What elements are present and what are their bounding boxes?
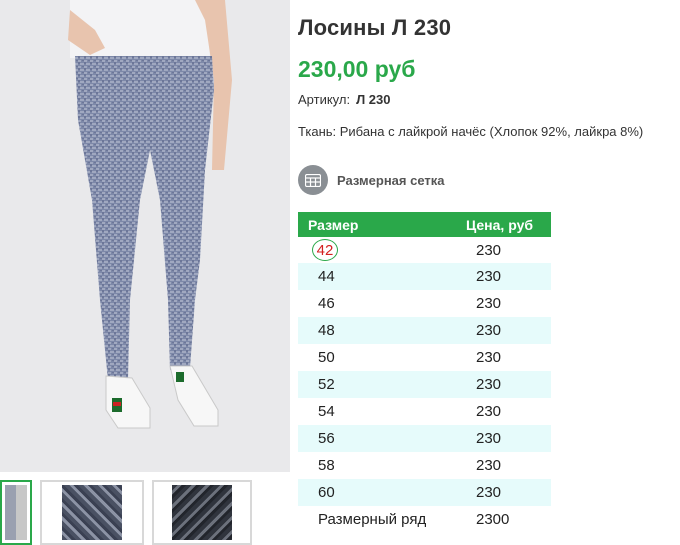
thumbnail-2[interactable] <box>40 480 144 545</box>
article-value: Л 230 <box>356 92 391 107</box>
table-row: 50 230 <box>298 344 551 371</box>
table-row: 54 230 <box>298 398 551 425</box>
thumbnail-1[interactable] <box>0 480 32 545</box>
price-cell: 230 <box>448 452 551 479</box>
table-row: 46 230 <box>298 290 551 317</box>
size-chart-button[interactable]: Размерная сетка <box>298 164 445 196</box>
table-row: 48 230 <box>298 317 551 344</box>
size-chart-label: Размерная сетка <box>337 172 445 188</box>
product-price: 230,00 руб <box>298 56 416 82</box>
selected-size-marker: 42 <box>312 239 338 261</box>
header-price: Цена, руб <box>448 212 551 237</box>
size-cell: 46 <box>298 290 448 317</box>
price-cell: 230 <box>448 263 551 290</box>
size-cell: 60 <box>298 479 448 506</box>
article-row: Артикул: Л 230 <box>298 92 391 107</box>
table-row-total: Размерный ряд 2300 <box>298 506 551 533</box>
table-row: 42 230 <box>298 237 551 263</box>
price-cell: 230 <box>448 317 551 344</box>
price-cell: 230 <box>448 290 551 317</box>
table-row: 60 230 <box>298 479 551 506</box>
price-cell: 230 <box>448 237 551 263</box>
table-row: 44 230 <box>298 263 551 290</box>
size-price-table: Размер Цена, руб 42 230 44 230 46 230 48… <box>298 212 551 533</box>
price-cell: 2300 <box>448 506 551 533</box>
fabric-description: Ткань: Рибана с лайкрой начёс (Хлопок 92… <box>298 124 644 139</box>
size-cell: 56 <box>298 425 448 452</box>
table-row: 56 230 <box>298 425 551 452</box>
price-cell: 230 <box>448 398 551 425</box>
table-row: 58 230 <box>298 452 551 479</box>
table-icon <box>298 165 328 195</box>
price-cell: 230 <box>448 425 551 452</box>
size-cell: 54 <box>298 398 448 425</box>
thumbnail-strip <box>0 480 290 545</box>
size-cell: 58 <box>298 452 448 479</box>
size-cell: 48 <box>298 317 448 344</box>
product-title: Лосины Л 230 <box>298 15 452 40</box>
size-range-cell: Размерный ряд <box>298 506 448 533</box>
thumbnail-3[interactable] <box>152 480 252 545</box>
product-main-image[interactable] <box>0 0 290 472</box>
price-cell: 230 <box>448 371 551 398</box>
price-cell: 230 <box>448 344 551 371</box>
table-row: 52 230 <box>298 371 551 398</box>
price-cell: 230 <box>448 479 551 506</box>
article-label: Артикул: <box>298 92 351 107</box>
size-cell: 52 <box>298 371 448 398</box>
size-cell: 44 <box>298 263 448 290</box>
header-size: Размер <box>298 212 448 237</box>
size-cell: 50 <box>298 344 448 371</box>
